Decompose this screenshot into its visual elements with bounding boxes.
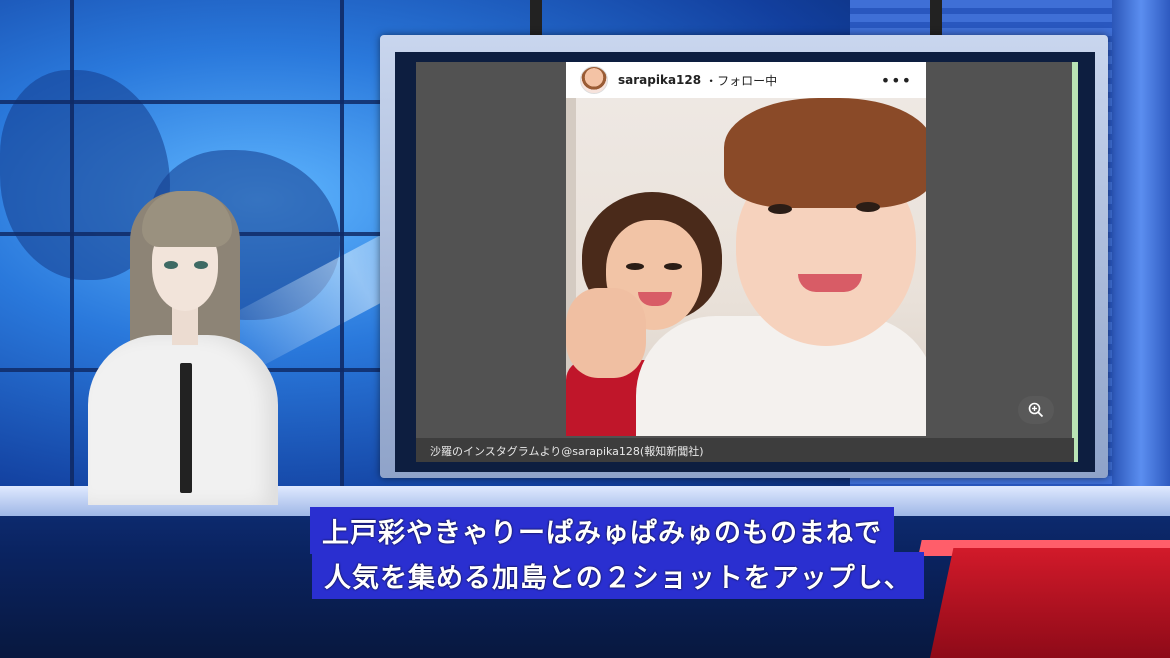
wall-grid-line <box>340 0 344 500</box>
screen-edge <box>1072 62 1078 462</box>
follow-status: ・フォロー中 <box>705 73 778 88</box>
red-panel <box>930 548 1170 658</box>
virtual-news-anchor <box>80 185 290 505</box>
anchor-bangs <box>142 191 232 247</box>
person-right-eye <box>768 204 792 214</box>
anchor-tie <box>180 363 192 493</box>
zoom-in-icon <box>1028 402 1044 418</box>
monitor-mount <box>930 0 942 36</box>
subtitle-line-2: 人気を集める加島との２ショットをアップし、 <box>312 552 924 599</box>
more-horizontal-icon[interactable]: ••• <box>881 71 912 90</box>
subtitle-line-1: 上戸彩やきゃりーぱみゅぱみゅのものまねで <box>310 507 894 554</box>
instagram-username: sarapika128 <box>618 73 702 87</box>
wall-grid-line <box>70 0 74 500</box>
zoom-button[interactable] <box>1018 396 1054 424</box>
anchor-eye <box>194 261 208 269</box>
instagram-post-header: sarapika128 ・フォロー中 ••• <box>566 62 926 98</box>
person-right-eye <box>856 202 880 212</box>
anchor-neck <box>172 305 198 345</box>
person-left-eye <box>664 263 682 270</box>
anchor-eye <box>164 261 178 269</box>
person-left-hand <box>566 288 646 378</box>
person-left-eye <box>626 263 644 270</box>
instagram-photo <box>566 98 926 436</box>
photo-caption: 沙羅のインスタグラムより@sarapika128(報知新聞社) <box>430 445 704 458</box>
person-right-hair <box>724 98 926 208</box>
studio-pillar <box>1112 0 1170 540</box>
monitor-mount <box>530 0 542 36</box>
avatar <box>580 66 608 94</box>
person-right-mouth <box>798 274 862 292</box>
person-right-shirt <box>636 316 926 436</box>
